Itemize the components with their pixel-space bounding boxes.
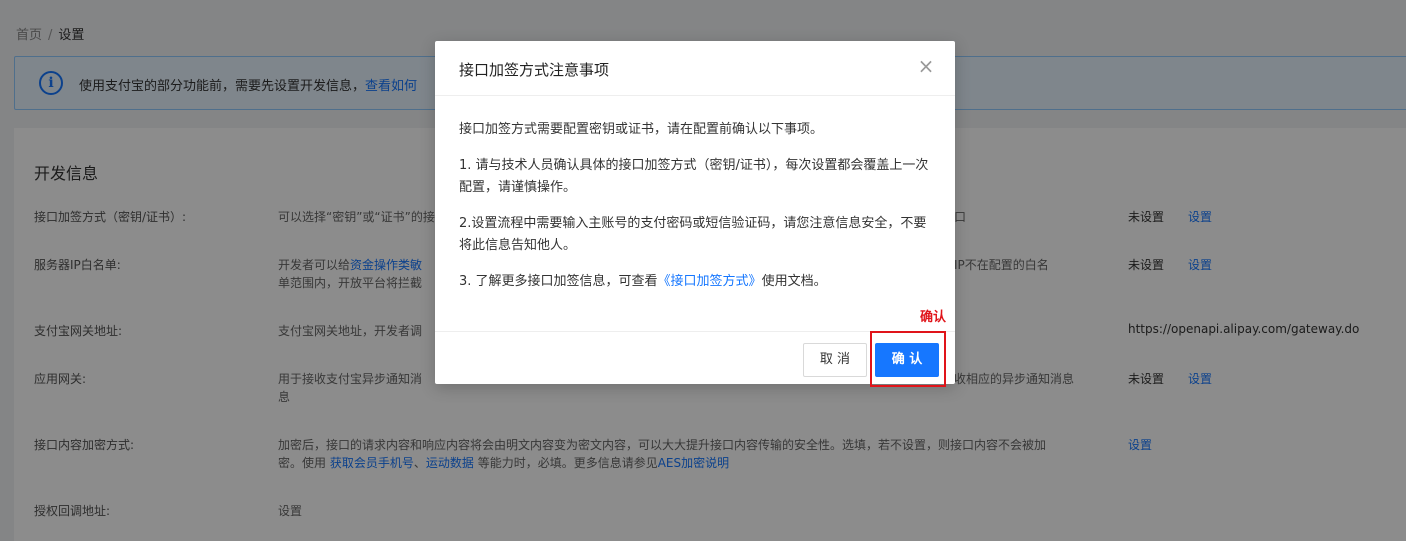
dialog-body: 接口加签方式需要配置密钥或证书，请在配置前确认以下事项。 1. 请与技术人员确认… bbox=[459, 119, 934, 307]
close-icon[interactable]: × bbox=[915, 55, 937, 77]
dialog-header: 接口加签方式注意事项 × bbox=[435, 41, 955, 96]
dialog-title: 接口加签方式注意事项 bbox=[459, 61, 610, 79]
cancel-button[interactable]: 取 消 bbox=[803, 343, 867, 377]
sign-method-doc-link[interactable]: 《接口加签方式》 bbox=[658, 274, 762, 289]
dialog-paragraph-3-tail: 使用文档。 bbox=[761, 274, 827, 289]
dialog-paragraph-2: 2.设置流程中需要输入主账号的支付密码或短信验证码，请您注意信息安全，不要将此信… bbox=[459, 216, 927, 253]
dialog-paragraph-1: 1. 请与技术人员确认具体的接口加签方式（密钥/证书），每次设置都会覆盖上一次配… bbox=[459, 158, 929, 195]
dialog-paragraph-3-text: 3. 了解更多接口加签信息，可查看 bbox=[459, 274, 658, 289]
annotation-label: 确认 bbox=[920, 310, 947, 325]
dialog-paragraph-3: 3. 了解更多接口加签信息，可查看《接口加签方式》使用文档。 bbox=[459, 271, 934, 293]
annotation-highlight-box bbox=[870, 331, 946, 387]
dialog-paragraph-intro: 接口加签方式需要配置密钥或证书，请在配置前确认以下事项。 bbox=[459, 122, 824, 137]
